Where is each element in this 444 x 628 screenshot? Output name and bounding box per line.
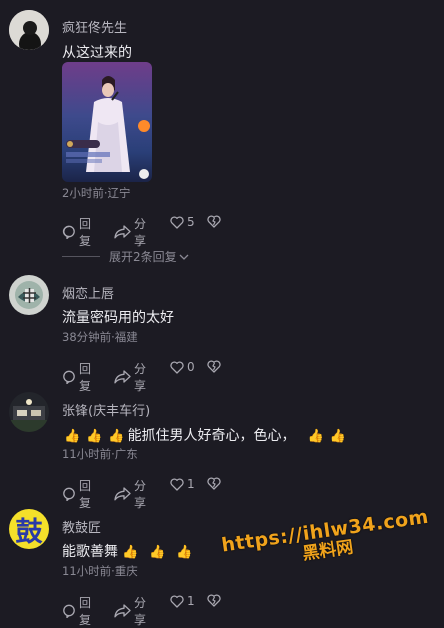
comment-text-body: 能抓住男人好奇心，色心，: [127, 428, 296, 444]
like-button[interactable]: 1: [170, 477, 195, 491]
comment-image[interactable]: [62, 62, 152, 182]
thumbs-up-emoji: 👍: [176, 545, 193, 560]
comment-meta: 11小时前·广东: [62, 447, 138, 461]
expand-replies-button[interactable]: 展开2条回复: [62, 248, 189, 265]
thumbs-up-emoji: 👍: [122, 545, 139, 560]
username[interactable]: 烟恋上唇: [62, 283, 114, 302]
comment-text: 从这过来的: [62, 45, 132, 61]
reply-label: 回复: [79, 217, 92, 248]
comment-icon: [62, 225, 76, 239]
reply-button[interactable]: 回复: [62, 215, 91, 249]
thumbs-up-emoji: 👍: [307, 429, 324, 444]
share-icon: [114, 225, 131, 239]
like-count: 1: [187, 594, 195, 608]
thumbs-up-emoji: 👍: [108, 429, 125, 444]
share-label: 分享: [134, 217, 147, 248]
share-button[interactable]: 分享: [114, 477, 146, 511]
username[interactable]: 张锋(庆丰车行): [62, 400, 150, 419]
reply-button[interactable]: 回复: [62, 594, 91, 628]
share-button[interactable]: 分享: [114, 594, 146, 628]
like-count: 1: [187, 477, 195, 491]
dislike-button[interactable]: [207, 215, 221, 228]
reply-label: 回复: [79, 596, 92, 627]
comment-meta: 38分钟前·福建: [62, 330, 138, 344]
dislike-heart-icon: [207, 360, 221, 373]
share-label: 分享: [134, 362, 147, 393]
heart-icon: [170, 361, 184, 374]
avatar-character: 鼓: [15, 516, 43, 548]
chevron-down-icon: [179, 250, 189, 264]
comment-text: 👍 👍 👍 能抓住男人好奇心，色心， 👍 👍: [62, 425, 349, 445]
reply-label: 回复: [79, 362, 92, 393]
reply-button[interactable]: 回复: [62, 360, 91, 394]
divider-line: [62, 256, 100, 257]
comment-icon: [62, 370, 76, 384]
comment-meta: 11小时前·重庆: [62, 564, 138, 578]
share-icon: [114, 604, 131, 618]
share-icon: [114, 487, 131, 501]
heart-icon: [170, 595, 184, 608]
avatar[interactable]: [9, 275, 49, 315]
like-count: 5: [187, 215, 195, 229]
avatar[interactable]: [9, 392, 49, 432]
reply-label: 回复: [79, 479, 92, 510]
avatar[interactable]: 鼓: [9, 509, 49, 549]
username[interactable]: 教鼓匠: [62, 517, 101, 536]
thumbs-up-emoji: 👍: [64, 429, 81, 444]
comment-text-body: 能歌善舞: [62, 544, 118, 560]
dislike-heart-icon: [207, 215, 221, 228]
comment-text: 流量密码用的太好: [62, 310, 174, 326]
like-count: 0: [187, 360, 195, 374]
comment-text: 能歌善舞 👍 👍 👍: [62, 541, 196, 561]
heart-icon: [170, 478, 184, 491]
dislike-button[interactable]: [207, 360, 221, 373]
username[interactable]: 疯狂佟先生: [62, 17, 127, 36]
share-label: 分享: [134, 596, 147, 627]
share-button[interactable]: 分享: [114, 215, 146, 249]
avatar[interactable]: [9, 10, 49, 50]
comment-icon: [62, 487, 76, 501]
thumbs-up-emoji: 👍: [329, 429, 346, 444]
comment-meta: 2小时前·辽宁: [62, 186, 131, 200]
thumbs-up-emoji: 👍: [149, 545, 166, 560]
reply-button[interactable]: 回复: [62, 477, 91, 511]
share-button[interactable]: 分享: [114, 360, 146, 394]
like-button[interactable]: 5: [170, 215, 195, 229]
share-label: 分享: [134, 479, 147, 510]
dislike-button[interactable]: [207, 594, 221, 607]
like-button[interactable]: 0: [170, 360, 195, 374]
heart-icon: [170, 216, 184, 229]
share-icon: [114, 370, 131, 384]
dislike-button[interactable]: [207, 477, 221, 490]
dislike-heart-icon: [207, 477, 221, 490]
dislike-heart-icon: [207, 594, 221, 607]
like-button[interactable]: 1: [170, 594, 195, 608]
watermark: https://ihlw34.com 黑料网: [220, 506, 432, 575]
expand-label: 展开2条回复: [109, 250, 177, 264]
thumbs-up-emoji: 👍: [86, 429, 103, 444]
comment-icon: [62, 604, 76, 618]
